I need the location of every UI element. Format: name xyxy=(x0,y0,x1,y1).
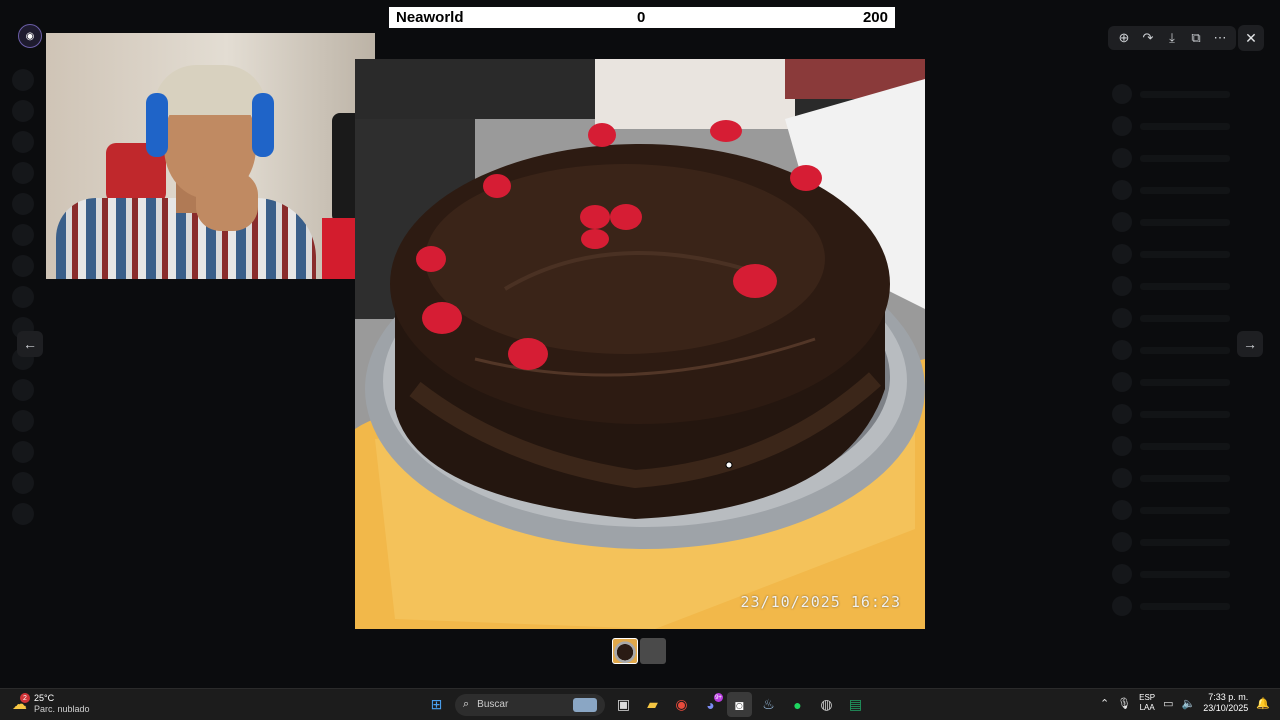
clock-date: 23/10/2025 xyxy=(1203,703,1249,713)
clock-time: 7:33 p. m. xyxy=(1208,692,1249,702)
thumbnail-strip xyxy=(612,638,666,664)
channel-list xyxy=(46,280,276,579)
weather-icon: ☁ 2 xyxy=(12,693,30,713)
taskbar: ☁ 2 25°C Parc. nublado ⊞ ⌕ Buscar ▣ ▰ ◉ ◕… xyxy=(0,688,1280,720)
weather-desc: Parc. nublado xyxy=(34,704,90,714)
cake-image xyxy=(355,59,925,629)
scoreboard: Neaworld 0 200 xyxy=(389,7,895,28)
previous-arrow-icon[interactable]: ← xyxy=(17,331,43,357)
streamer-logo-icon: ◉ xyxy=(18,24,42,48)
discord-badge: 9+ xyxy=(714,693,723,702)
screen: ◉ Neaworld 0 200 ⊕ ↷ ⤓ ⧉ ⋯ ✕ ← → 23/10/2… xyxy=(0,0,1280,720)
steam-icon[interactable]: ♨ xyxy=(756,692,781,717)
chevron-up-icon[interactable]: ⌃ xyxy=(1100,697,1109,710)
open-external-icon[interactable]: ⧉ xyxy=(1184,26,1208,50)
file-explorer-icon[interactable]: ▰ xyxy=(640,692,665,717)
scoreboard-name: Neaworld xyxy=(396,9,464,26)
next-arrow-icon[interactable]: → xyxy=(1237,331,1263,357)
scoreboard-score-right: 200 xyxy=(862,9,888,26)
photo-timestamp: 23/10/2025 16:23 xyxy=(740,593,901,611)
obs-icon[interactable]: ◙ xyxy=(727,692,752,717)
notification-bell-icon[interactable]: 🔔 xyxy=(1256,697,1270,710)
language-bottom: LAA xyxy=(1139,703,1155,712)
thumbnail-cake[interactable] xyxy=(612,638,638,664)
scoreboard-score-left: 0 xyxy=(637,9,646,26)
weather-temp: 25°C xyxy=(34,693,55,703)
taskbar-apps: ⊞ ⌕ Buscar ▣ ▰ ◉ ◕ 9+ ◙ ♨ ● ◍ ▤ xyxy=(424,692,868,717)
weather-widget[interactable]: ☁ 2 25°C Parc. nublado xyxy=(12,693,90,715)
volume-icon[interactable]: 🔈 xyxy=(1182,697,1196,710)
search-icon: ⌕ xyxy=(463,698,470,710)
forward-icon[interactable]: ↷ xyxy=(1136,26,1160,50)
chrome-icon[interactable]: ◉ xyxy=(669,692,694,717)
microphone-icon[interactable]: 🎙 xyxy=(1117,697,1131,710)
cake-photo: 23/10/2025 16:23 xyxy=(355,59,925,629)
clock[interactable]: 7:33 p. m. 23/10/2025 xyxy=(1203,692,1248,714)
language-top: ESP xyxy=(1139,693,1156,702)
task-view-icon[interactable]: ▣ xyxy=(611,692,636,717)
thumbnail-second[interactable] xyxy=(640,638,666,664)
search-placeholder: Buscar xyxy=(477,699,509,710)
download-icon[interactable]: ⤓ xyxy=(1160,26,1184,50)
discord-icon[interactable]: ◕ 9+ xyxy=(698,692,723,717)
language-indicator[interactable]: ESP LAA xyxy=(1139,693,1155,713)
close-icon[interactable]: ✕ xyxy=(1238,25,1264,51)
system-tray: ⌃ 🎙 ESP LAA ▭ 🔈 7:33 p. m. 23/10/2025 🔔 xyxy=(1100,692,1270,714)
webcam-overlay xyxy=(46,33,375,279)
spotify-icon[interactable]: ● xyxy=(785,692,810,717)
excel-icon[interactable]: ▤ xyxy=(843,692,868,717)
more-icon[interactable]: ⋯ xyxy=(1208,26,1232,50)
app-icon[interactable]: ◍ xyxy=(814,692,839,717)
zoom-in-icon[interactable]: ⊕ xyxy=(1112,26,1136,50)
network-icon[interactable]: ▭ xyxy=(1163,697,1173,710)
search-highlight-icon xyxy=(573,697,597,712)
viewer-toolbar: ⊕ ↷ ⤓ ⧉ ⋯ xyxy=(1108,26,1236,50)
weather-badge: 2 xyxy=(20,693,30,703)
windows-start-icon[interactable]: ⊞ xyxy=(424,692,449,717)
taskbar-search[interactable]: ⌕ Buscar xyxy=(455,693,605,716)
